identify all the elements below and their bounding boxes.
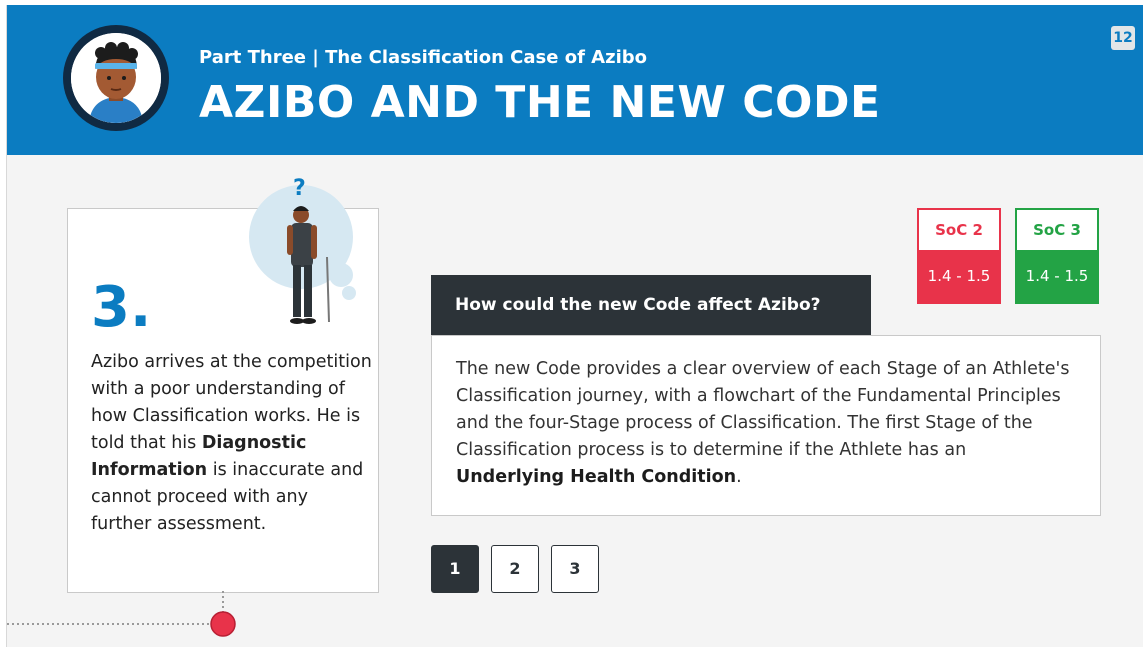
page-title: AZIBO AND THE NEW CODE <box>199 77 881 128</box>
timeline <box>7 591 236 637</box>
soc-3-label: SoC 3 <box>1033 221 1081 239</box>
header-banner: Part Three | The Classification Case of … <box>7 5 1143 155</box>
soc-2-box: SoC 2 1.4 - 1.5 <box>917 208 1001 304</box>
step-number: 3. <box>91 275 152 340</box>
timeline-marker-icon <box>210 611 236 637</box>
page-button-3[interactable]: 3 <box>551 545 599 593</box>
answer-box: The new Code provides a clear overview o… <box>431 335 1101 516</box>
soc-3-value: 1.4 - 1.5 <box>1017 250 1097 302</box>
athlete-avatar-icon <box>71 33 161 123</box>
underlying-health-condition-term: Underlying Health Condition <box>456 467 737 487</box>
header-eyebrow: Part Three | The Classification Case of … <box>199 47 648 68</box>
svg-text:?: ? <box>293 176 306 201</box>
step-description: Azibo arrives at the competition with a … <box>91 352 372 534</box>
page-button-2[interactable]: 2 <box>491 545 539 593</box>
slide: Part Three | The Classification Case of … <box>6 5 1143 647</box>
soc-3-box: SoC 3 1.4 - 1.5 <box>1015 208 1099 304</box>
soc-2-label: SoC 2 <box>935 221 983 239</box>
soc-2-value: 1.4 - 1.5 <box>919 250 999 302</box>
question-tab: How could the new Code affect Azibo? <box>431 275 871 335</box>
thinking-athlete-icon: ? <box>249 176 356 324</box>
page-button-1[interactable]: 1 <box>431 545 479 593</box>
page-number-badge: 12 <box>1111 26 1135 50</box>
avatar <box>63 25 169 131</box>
